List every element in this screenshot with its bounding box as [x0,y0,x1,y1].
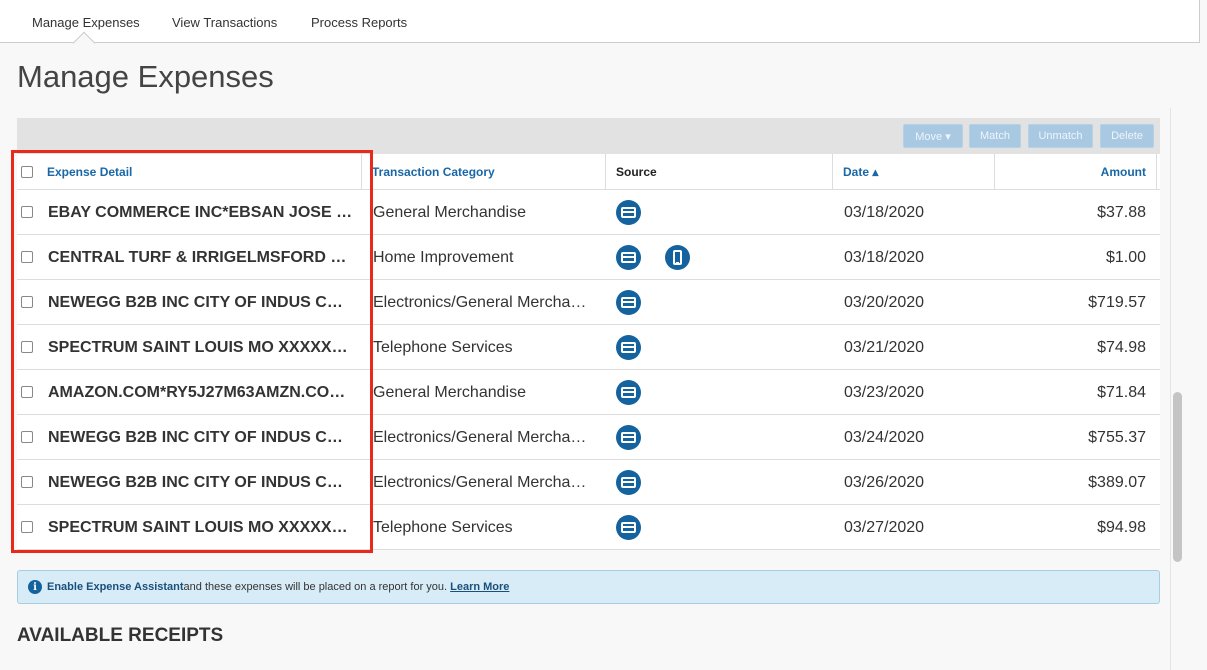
move-button[interactable]: Move ▾ [903,124,963,148]
info-icon: i [28,580,42,594]
expense-detail[interactable]: SPECTRUM SAINT LOUIS MO XXXXXXXXXX [48,505,353,550]
transaction-amount: $74.98 [1097,338,1146,356]
column-divider[interactable] [361,154,362,190]
row-checkbox[interactable] [21,341,33,353]
select-all-checkbox[interactable] [21,166,33,178]
expense-rows: EBAY COMMERCE INC*EBSAN JOSE CA XXXXXXXX… [17,190,1160,550]
table-row[interactable]: SPECTRUM SAINT LOUIS MO XXXXXXXXXX Telep… [17,325,1160,370]
card-icon [616,380,641,405]
row-checkbox[interactable] [21,386,33,398]
learn-more-link[interactable]: Learn More [450,581,509,593]
card-icon [616,425,641,450]
row-checkbox[interactable] [21,296,33,308]
scrollbar-thumb[interactable] [1173,392,1182,562]
table-row[interactable]: AMAZON.COM*RY5J27M63AMZN.COM/BILLWA Gene… [17,370,1160,415]
transaction-category: Home Improvement [373,249,514,266]
source-cell [616,325,736,370]
transaction-date: 03/20/2020 [844,293,925,311]
tab-view-transactions[interactable]: View Transactions [172,15,277,30]
match-button[interactable]: Match [969,124,1021,148]
table-row[interactable]: CENTRAL TURF & IRRIGELMSFORD MA XXXXXXXX… [17,235,1160,280]
transaction-category: Telephone Services [373,339,513,356]
source-cell [616,370,736,415]
card-icon [616,515,641,540]
top-nav: Manage Expenses View Transactions Proces… [0,0,1200,43]
page-title: Manage Expenses [17,59,274,94]
tab-manage-expenses[interactable]: Manage Expenses [32,15,140,30]
expense-detail[interactable]: SPECTRUM SAINT LOUIS MO XXXXXXXXXX [48,325,353,370]
card-icon [616,200,641,225]
card-icon [616,290,641,315]
transaction-category: Electronics/General Merchandise [373,474,591,491]
transaction-amount: $719.57 [1088,293,1146,311]
source-cell [616,460,736,505]
delete-button[interactable]: Delete [1100,124,1154,148]
banner-text: and these expenses will be placed on a r… [183,581,448,593]
column-divider[interactable] [605,154,606,190]
column-header-date[interactable]: Date ▴ [843,154,878,190]
transaction-date: 03/27/2020 [844,518,925,536]
source-cell [616,280,736,325]
transaction-date: 03/26/2020 [844,473,925,491]
transaction-category: Electronics/General Merchandise [373,294,591,311]
transaction-date: 03/18/2020 [844,248,925,266]
expense-detail[interactable]: EBAY COMMERCE INC*EBSAN JOSE CA XXXXXXXX… [48,190,353,235]
column-header-amount[interactable]: Amount [1007,154,1146,190]
transaction-amount: $1.00 [1105,248,1146,266]
expense-detail[interactable]: NEWEGG B2B INC CITY OF INDUS CA XXXXXXXX… [48,415,353,460]
card-icon [616,245,641,270]
mobile-receipt-icon[interactable] [665,245,690,270]
transaction-date: 03/23/2020 [844,383,925,401]
grid-header: Expense Detail Transaction Category Sour… [17,154,1160,190]
enable-expense-assistant-link[interactable]: Enable Expense Assistant [47,581,184,593]
expense-detail[interactable]: NEWEGG B2B INC CITY OF INDUS CA XXXXXXXX… [48,460,353,505]
transaction-date: 03/21/2020 [844,338,925,356]
source-cell [616,415,736,460]
column-header-source: Source [616,165,657,179]
transaction-amount: $71.84 [1097,383,1146,401]
table-row[interactable]: NEWEGG B2B INC CITY OF INDUS CA XXXXXXXX… [17,280,1160,325]
transaction-amount: $389.07 [1088,473,1146,491]
expense-detail[interactable]: CENTRAL TURF & IRRIGELMSFORD MA XXXXXXXX… [48,235,353,280]
column-divider[interactable] [994,154,995,190]
table-row[interactable]: SPECTRUM SAINT LOUIS MO XXXXXXXXXX Telep… [17,505,1160,550]
column-header-expense-detail[interactable]: Expense Detail [47,154,132,190]
source-cell [616,235,736,280]
row-checkbox[interactable] [21,431,33,443]
transaction-date: 03/24/2020 [844,428,925,446]
expense-detail[interactable]: AMAZON.COM*RY5J27M63AMZN.COM/BILLWA [48,370,353,415]
scrollbar-track[interactable] [1170,108,1185,670]
row-checkbox[interactable] [21,206,33,218]
column-header-transaction-category[interactable]: Transaction Category [372,154,495,190]
transaction-category: Electronics/General Merchandise [373,429,591,446]
source-cell [616,505,736,550]
row-checkbox[interactable] [21,521,33,533]
available-receipts-title: AVAILABLE RECEIPTS [17,625,224,646]
table-row[interactable]: NEWEGG B2B INC CITY OF INDUS CA XXXXXXXX… [17,460,1160,505]
card-icon [616,470,641,495]
unmatch-button[interactable]: Unmatch [1028,124,1093,148]
column-divider[interactable] [1156,154,1157,190]
transaction-amount: $755.37 [1088,428,1146,446]
table-row[interactable]: NEWEGG B2B INC CITY OF INDUS CA XXXXXXXX… [17,415,1160,460]
transaction-category: General Merchandise [373,384,526,401]
grid-toolbar: Move ▾ Match Unmatch Delete [17,118,1160,154]
transaction-category: Telephone Services [373,519,513,536]
expense-assistant-banner: i Enable Expense Assistant and these exp… [17,570,1160,604]
transaction-amount: $37.88 [1097,203,1146,221]
expense-grid: Move ▾ Match Unmatch Delete Expense Deta… [17,118,1160,550]
card-icon [616,335,641,360]
column-divider[interactable] [832,154,833,190]
source-cell [616,190,736,235]
transaction-date: 03/18/2020 [844,203,925,221]
expense-detail[interactable]: NEWEGG B2B INC CITY OF INDUS CA XXXXXXXX… [48,280,353,325]
transaction-category: General Merchandise [373,204,526,221]
row-checkbox[interactable] [21,251,33,263]
tab-process-reports[interactable]: Process Reports [311,15,407,30]
transaction-amount: $94.98 [1097,518,1146,536]
row-checkbox[interactable] [21,476,33,488]
table-row[interactable]: EBAY COMMERCE INC*EBSAN JOSE CA XXXXXXXX… [17,190,1160,235]
